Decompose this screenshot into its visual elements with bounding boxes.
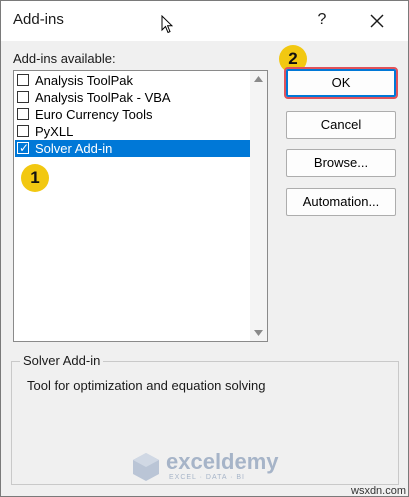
list-item-solver-add-in[interactable]: ✓ Solver Add-in <box>15 140 250 157</box>
close-icon[interactable] <box>363 7 391 35</box>
list-item-pyxll[interactable]: PyXLL <box>15 123 250 140</box>
list-item-label: Euro Currency Tools <box>35 107 153 122</box>
checkbox[interactable] <box>17 125 29 137</box>
checkbox[interactable] <box>17 91 29 103</box>
exceldemy-logo-icon <box>133 453 159 481</box>
checkbox[interactable] <box>17 108 29 120</box>
source-watermark: wsxdn.com <box>351 485 407 497</box>
add-ins-listbox[interactable]: Analysis ToolPak Analysis ToolPak - VBA … <box>13 70 268 342</box>
watermark-tagline: EXCEL · DATA · BI <box>169 474 245 481</box>
list-item-analysis-toolpak[interactable]: Analysis ToolPak <box>15 72 250 89</box>
title-bar: Add-ins ? <box>1 1 408 41</box>
automation-button[interactable]: Automation... <box>286 188 396 216</box>
mouse-pointer-icon <box>161 15 173 34</box>
checkbox-checked[interactable]: ✓ <box>17 141 30 155</box>
list-item-label: Analysis ToolPak - VBA <box>35 90 171 105</box>
ok-button[interactable]: OK <box>286 69 396 97</box>
cancel-button[interactable]: Cancel <box>286 111 396 139</box>
step-1-badge: 1 <box>21 164 49 192</box>
list-item-euro-currency-tools[interactable]: Euro Currency Tools <box>15 106 250 123</box>
description-title: Solver Add-in <box>20 353 104 368</box>
add-ins-dialog: Add-ins ? Add-ins available: Analysis To… <box>0 0 409 497</box>
list-item-label: Solver Add-in <box>35 141 113 156</box>
add-ins-available-label: Add-ins available: <box>13 51 116 66</box>
watermark-name: exceldemy <box>166 449 279 474</box>
list-item-label: PyXLL <box>35 124 74 139</box>
help-button[interactable]: ? <box>310 7 334 33</box>
checkbox[interactable] <box>17 74 29 86</box>
description-text: Tool for optimization and equation solvi… <box>27 378 266 393</box>
list-item-label: Analysis ToolPak <box>35 73 134 88</box>
checkmark-icon: ✓ <box>19 141 30 155</box>
list-item-analysis-toolpak-vba[interactable]: Analysis ToolPak - VBA <box>15 89 250 106</box>
dialog-title: Add-ins <box>13 11 64 28</box>
listbox-scrollbar[interactable] <box>250 71 267 341</box>
scroll-down-arrow-icon[interactable] <box>250 324 267 341</box>
scroll-up-arrow-icon[interactable] <box>250 71 267 88</box>
browse-button[interactable]: Browse... <box>286 149 396 177</box>
